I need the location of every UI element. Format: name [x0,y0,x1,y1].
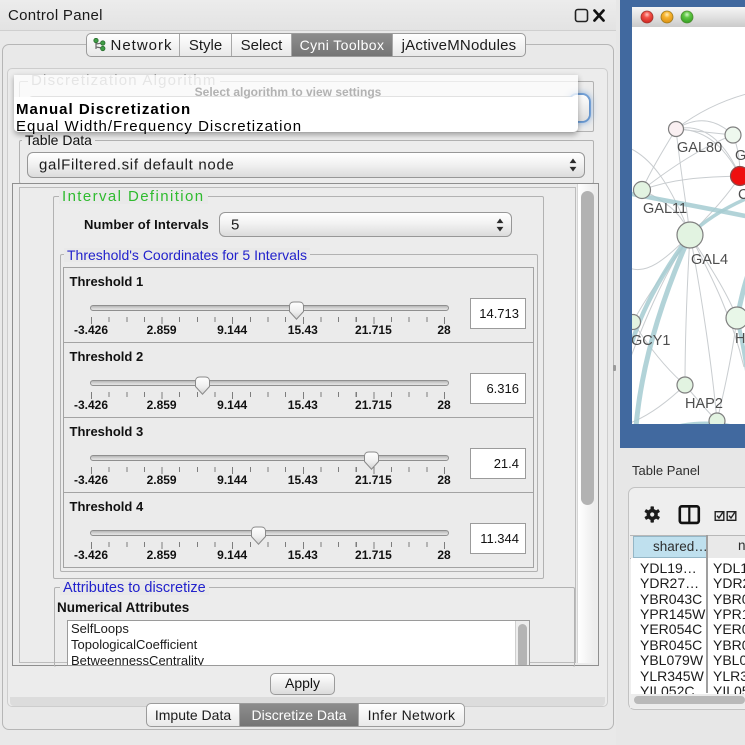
svg-text:GA: GA [735,148,745,164]
svg-text:GAL11: GAL11 [643,201,687,217]
svg-text:HAP2: HAP2 [685,396,723,412]
svg-text:GAL80: GAL80 [677,140,722,156]
svg-text:H: H [735,331,745,347]
svg-text:C: C [738,187,745,203]
svg-text:GAL4: GAL4 [691,252,728,268]
svg-text:GCY1: GCY1 [632,333,671,349]
